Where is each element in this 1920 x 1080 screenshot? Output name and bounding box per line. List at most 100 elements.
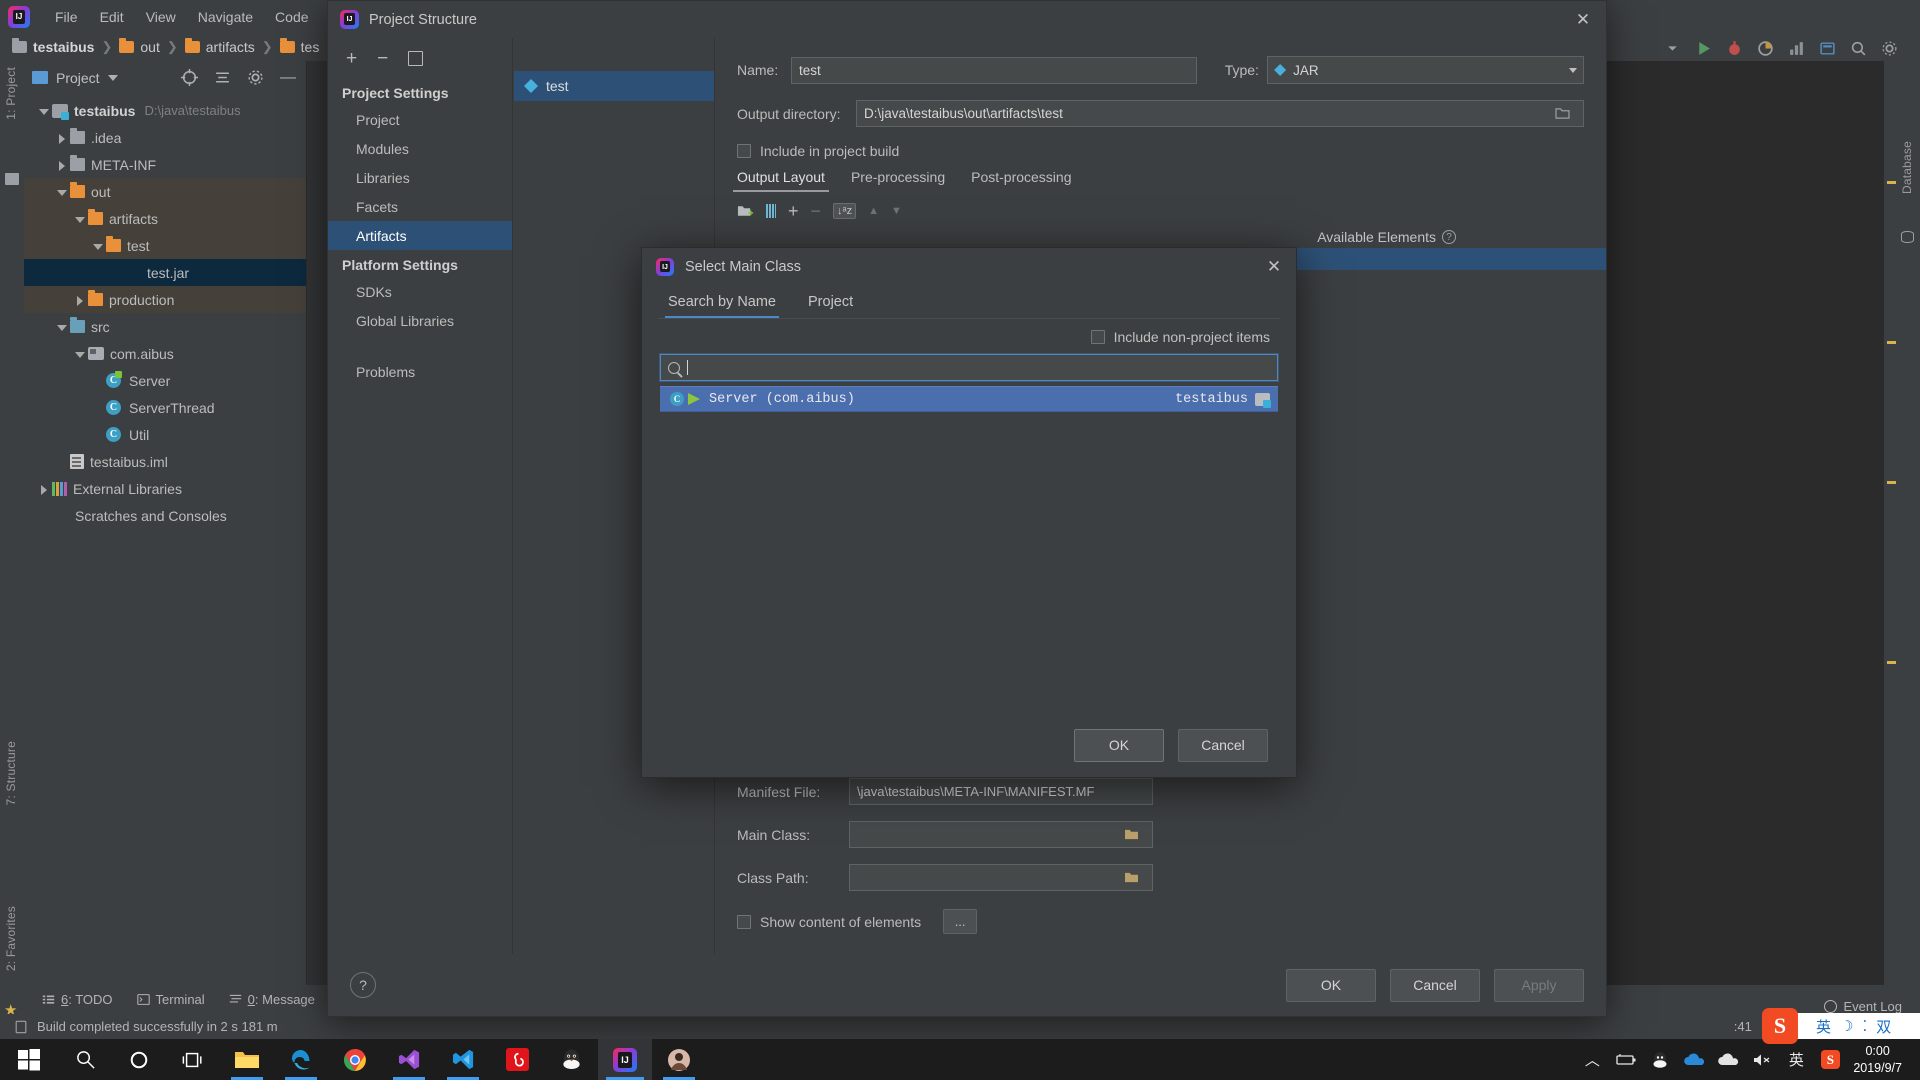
show-content-ellipsis-button[interactable]: ... [943,909,978,934]
show-content-checkbox[interactable] [737,914,751,929]
tab-output-layout[interactable]: Output Layout [733,169,829,192]
event-log-button[interactable]: Event Log [1824,999,1902,1014]
netease-music-icon[interactable] [490,1039,544,1080]
debug-icon[interactable] [1726,40,1743,57]
start-button[interactable] [0,1039,58,1080]
add-icon[interactable]: + [346,49,357,68]
settings-gear-icon[interactable] [1881,40,1898,57]
run-with-coverage-icon[interactable] [1757,40,1774,57]
chevron-down-icon[interactable] [90,238,106,254]
tree-node-production[interactable]: production [24,286,306,313]
chevron-down-icon[interactable] [72,211,88,227]
help-button[interactable]: ? [350,972,376,998]
tree-node-util[interactable]: C Util [24,421,306,448]
ime-lang-icon[interactable]: 英 [1816,1016,1831,1037]
volume-muted-icon[interactable] [1745,1039,1779,1080]
gear-icon[interactable] [247,69,264,86]
sidebar-item-sdks[interactable]: SDKs [328,277,512,306]
collapse-all-icon[interactable] [214,69,231,86]
menu-edit[interactable]: Edit [89,6,135,28]
search-everywhere-icon[interactable] [1850,40,1867,57]
sogou-logo-icon[interactable]: S [1762,1008,1798,1044]
project-tree[interactable]: testaibus D:\java\testaibus .idea META-INF o… [24,94,306,529]
chevron-right-icon[interactable] [54,130,70,146]
chevron-right-icon[interactable] [54,157,70,173]
menu-view[interactable]: View [135,6,187,28]
include-in-build-row[interactable]: Include in project build [737,143,1584,159]
profiler-icon[interactable] [1788,40,1805,57]
chevron-down-icon[interactable] [54,184,70,200]
sidebar-item-problems[interactable]: Problems [328,357,512,386]
close-icon[interactable]: ✕ [1252,248,1296,286]
tool-window-messages[interactable]: 0: Message [229,992,315,1007]
user-avatar-icon[interactable] [652,1039,706,1080]
output-directory-input[interactable]: D:\java\testaibus\out\artifacts\test [856,100,1584,127]
file-explorer-icon[interactable] [220,1039,274,1080]
visual-studio-icon[interactable] [382,1039,436,1080]
sidebar-item-facets[interactable]: Facets [328,192,512,221]
tree-node-out[interactable]: out [24,178,306,205]
main-class-input[interactable] [849,821,1153,848]
sort-alphabetically-icon[interactable]: ↓ᵃz [833,203,857,219]
sogou-tray-icon[interactable]: S [1813,1039,1847,1080]
tree-node-test-jar[interactable]: test.jar [24,259,306,286]
edge-icon[interactable] [274,1039,328,1080]
status-caret-position[interactable]: :41 [1734,1019,1752,1034]
tool-window-project[interactable]: 1: Project [4,67,18,120]
include-non-project-checkbox[interactable] [1090,330,1105,344]
ok-button[interactable]: OK [1074,728,1164,762]
project-view-dropdown-icon[interactable] [107,74,118,81]
tool-window-database[interactable]: Database [1900,141,1914,194]
run-icon[interactable] [1695,40,1712,57]
breadcrumb-item-0[interactable]: testaibus ❯ [12,38,119,55]
chevron-down-icon[interactable] [54,319,70,335]
tree-node--idea[interactable]: .idea [24,124,306,151]
locate-target-icon[interactable] [181,69,198,86]
chevron-right-icon[interactable] [36,481,52,497]
ime-punctuation-icon[interactable]: ⁚ [1862,1017,1867,1035]
ok-button[interactable]: OK [1286,968,1376,1002]
search-result-row[interactable]: C Server (com.aibus) testaibus [660,386,1278,412]
add-icon[interactable]: + [788,202,799,220]
cancel-button[interactable]: Cancel [1390,968,1480,1002]
tree-node-com-aibus[interactable]: com.aibus [24,340,306,367]
breadcrumb-item-3[interactable]: tes [279,38,319,55]
apply-button[interactable]: Apply [1494,968,1584,1002]
qq-icon[interactable] [544,1039,598,1080]
tool-window-structure[interactable]: 7: Structure [4,741,18,805]
tree-node-scratches-and-consoles[interactable]: Scratches and Consoles [24,502,306,529]
run-configurations-dropdown-icon[interactable] [1664,40,1681,57]
tree-node-external-libraries[interactable]: External Libraries [24,475,306,502]
breadcrumb-item-2[interactable]: artifacts ❯ [184,38,280,55]
tab-search-by-name[interactable]: Search by Name [665,294,779,319]
tree-node-serverthread[interactable]: C ServerThread [24,394,306,421]
tab-post-processing[interactable]: Post-processing [971,169,1071,192]
add-jar-icon[interactable] [766,204,776,218]
ime-language-icon[interactable]: 英 [1779,1039,1813,1080]
show-hidden-icons-icon[interactable]: ︿ [1575,1039,1609,1080]
editor-scrollbar[interactable] [1884,61,1896,985]
artifact-list-row[interactable]: test [514,71,714,101]
class-path-input[interactable] [849,864,1153,891]
cortana-icon[interactable] [112,1039,166,1080]
tree-node-src[interactable]: src [24,313,306,340]
cancel-button[interactable]: Cancel [1178,728,1268,762]
onedrive-white-icon[interactable] [1711,1039,1745,1080]
chevron-right-icon[interactable] [72,292,88,308]
onedrive-blue-icon[interactable] [1677,1039,1711,1080]
tool-window-favorites[interactable]: 2: Favorites [4,906,18,971]
sidebar-item-global-libraries[interactable]: Global Libraries [328,306,512,335]
help-icon[interactable]: ? [1442,230,1456,244]
menu-code[interactable]: Code [264,6,319,28]
taskbar-clock[interactable]: 0:00 2019/9/7 [1847,1043,1914,1077]
browse-folder-icon[interactable] [1555,107,1576,120]
chrome-icon[interactable] [328,1039,382,1080]
sidebar-item-project[interactable]: Project [328,105,512,134]
browse-main-class-icon[interactable] [1124,828,1145,841]
tree-node-meta-inf[interactable]: META-INF [24,151,306,178]
artifact-name-input[interactable]: test [791,56,1197,84]
tab-project[interactable]: Project [808,294,853,319]
sidebar-item-artifacts[interactable]: Artifacts [328,221,512,250]
intellij-idea-icon[interactable]: IJ [598,1039,652,1080]
tree-node-testaibus[interactable]: testaibus D:\java\testaibus [24,97,306,124]
